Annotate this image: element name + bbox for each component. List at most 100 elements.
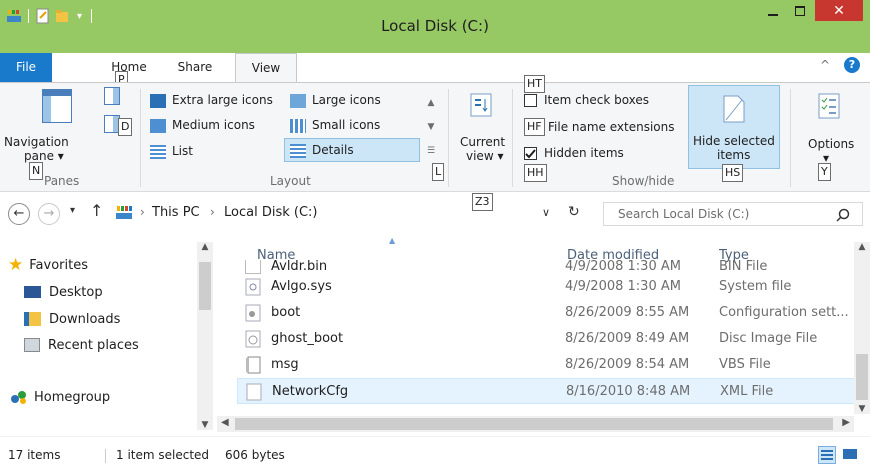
- up-button[interactable]: ↑: [90, 201, 103, 220]
- file-date: 8/26/2009 8:55 AM: [565, 305, 690, 320]
- nav-item-favorites[interactable]: ★ Favorites: [8, 254, 88, 276]
- hide-selected-items-button[interactable]: Hide selected items: [688, 85, 780, 169]
- hidden-items-option[interactable]: Hidden items: [524, 144, 684, 164]
- new-folder-icon[interactable]: [55, 8, 71, 24]
- recent-locations-button[interactable]: ▾: [70, 205, 75, 216]
- keytip-n: N: [29, 162, 44, 180]
- nav-scrollbar[interactable]: ▲ ▼: [197, 242, 213, 430]
- table-row[interactable]: msg 8/26/2009 8:54 AM VBS File: [237, 352, 857, 378]
- help-icon[interactable]: ?: [844, 57, 860, 73]
- back-button[interactable]: ←: [8, 203, 30, 225]
- forward-button[interactable]: →: [38, 203, 60, 225]
- small-icons-icon: [290, 118, 306, 133]
- scroll-right-icon: ▶: [842, 417, 850, 428]
- search-box[interactable]: Search Local Disk (C:): [603, 202, 863, 226]
- table-row-selected[interactable]: NetworkCfg 8/16/2010 8:48 AM XML File: [237, 378, 857, 404]
- breadcrumb-this-pc[interactable]: This PC: [152, 205, 200, 220]
- nav-item-downloads[interactable]: Downloads: [24, 308, 120, 330]
- preview-pane-button[interactable]: [104, 87, 122, 107]
- table-row[interactable]: boot 8/26/2009 8:55 AM Configuration set…: [237, 300, 857, 326]
- file-list-horizontal-scrollbar[interactable]: ◀ ▶: [217, 416, 854, 432]
- address-bar[interactable]: › This PC › Local Disk (C:) ∨ Z3: [112, 193, 608, 226]
- file-type: VBS File: [719, 357, 771, 372]
- tab-share[interactable]: Share: [170, 53, 220, 82]
- group-separator: [448, 89, 449, 187]
- file-icon: [245, 260, 261, 274]
- gallery-up-icon: ▲: [427, 98, 435, 108]
- tab-home[interactable]: Home: [104, 53, 154, 82]
- checkmark-icon: [525, 149, 536, 159]
- layout-small-icons[interactable]: Small icons: [290, 118, 380, 133]
- group-panes-label: Panes: [44, 174, 80, 188]
- navigation-pane-label: Navigation: [4, 135, 69, 149]
- item-check-boxes-option[interactable]: Item check boxes: [524, 91, 684, 111]
- layout-gallery-scroll[interactable]: ▲ ▼ ☰: [425, 91, 437, 163]
- keytip-l: L: [432, 163, 445, 181]
- scroll-thumb[interactable]: [235, 418, 833, 430]
- maximize-button[interactable]: [787, 0, 813, 21]
- search-icon: [836, 208, 850, 222]
- item-check-boxes-label: Item check boxes: [544, 93, 650, 107]
- status-item-count: 17 items: [8, 448, 61, 462]
- large-icons-view-button[interactable]: [842, 446, 860, 464]
- hidden-items-checkbox: [524, 147, 537, 160]
- table-row[interactable]: Avldr.bin 4/9/2008 1:30 AM BIN File: [237, 260, 857, 274]
- tab-view[interactable]: View: [235, 53, 297, 82]
- nav-item-recent-places[interactable]: Recent places: [24, 334, 139, 356]
- group-layout-label: Layout: [270, 174, 311, 188]
- nav-item-desktop[interactable]: Desktop: [24, 281, 103, 303]
- minimize-ribbon-button[interactable]: ^: [820, 58, 830, 72]
- current-view-button[interactable]: Current view ▾: [456, 87, 508, 169]
- properties-icon[interactable]: [35, 8, 51, 24]
- refresh-button[interactable]: ↻: [568, 204, 580, 220]
- file-name: Avldr.bin: [271, 260, 328, 274]
- options-button[interactable]: Options ▾: [798, 87, 858, 169]
- customize-qat-icon[interactable]: ▾: [77, 11, 87, 22]
- breadcrumb-local-disk[interactable]: Local Disk (C:): [224, 205, 317, 220]
- file-date: 4/9/2008 1:30 AM: [565, 279, 681, 294]
- layout-large-icons[interactable]: Large icons: [290, 93, 381, 108]
- scroll-thumb[interactable]: [856, 354, 868, 400]
- layout-extra-large-icons[interactable]: Extra large icons: [150, 93, 273, 108]
- breadcrumb-separator[interactable]: ›: [140, 205, 145, 219]
- extra-large-icons-icon: [150, 93, 166, 108]
- ribbon-view: Navigation pane ▾ D N Panes Extra large …: [0, 75, 870, 192]
- scroll-up-icon: ▲: [858, 242, 866, 252]
- table-row[interactable]: ghost_boot 8/26/2009 8:49 AM Disc Image …: [237, 326, 857, 352]
- details-view-button[interactable]: [818, 446, 836, 464]
- medium-icons-icon: [150, 118, 166, 133]
- close-button[interactable]: ✕: [815, 0, 863, 21]
- gallery-down-icon: ▼: [427, 122, 435, 132]
- group-show-hide-label: Show/hide: [612, 174, 675, 188]
- hide-selected-label: Hide selected: [693, 134, 775, 148]
- minimize-button[interactable]: [760, 0, 786, 21]
- layout-details[interactable]: Details: [284, 138, 420, 162]
- extra-large-icons-label: Extra large icons: [172, 93, 273, 107]
- file-list-vertical-scrollbar[interactable]: ▲ ▼: [854, 242, 870, 414]
- breadcrumb-separator[interactable]: ›: [210, 205, 215, 219]
- navigation-pane-label-2: pane ▾: [24, 149, 64, 163]
- search-input[interactable]: Search Local Disk (C:): [618, 207, 749, 221]
- file-type: Disc Image File: [719, 331, 818, 346]
- hidden-items-label: Hidden items: [544, 146, 624, 160]
- navigation-pane-button[interactable]: Navigation pane ▾: [4, 87, 104, 167]
- drive-app-icon[interactable]: [6, 8, 22, 24]
- scroll-thumb[interactable]: [199, 262, 211, 310]
- address-dropdown-icon[interactable]: ∨: [542, 206, 550, 219]
- status-size: 606 bytes: [225, 448, 285, 462]
- layout-medium-icons[interactable]: Medium icons: [150, 118, 255, 133]
- layout-list[interactable]: List: [150, 144, 193, 159]
- address-row: ← → ▾ ↑ › This PC › Local Disk (C:) ∨ Z3…: [0, 193, 870, 236]
- item-check-boxes-checkbox: [524, 94, 537, 107]
- nav-item-homegroup[interactable]: Homegroup: [10, 386, 110, 408]
- table-row[interactable]: Avlgo.sys 4/9/2008 1:30 AM System file: [237, 274, 857, 300]
- list-icon: [150, 144, 166, 159]
- window-title: Local Disk (C:): [381, 17, 489, 35]
- keytip-hs: HS: [722, 164, 744, 182]
- quick-access-toolbar: ▾: [6, 6, 96, 26]
- nav-favorites-label: Favorites: [29, 257, 88, 273]
- navigation-pane-icon: [42, 89, 72, 123]
- tab-file[interactable]: File: [0, 53, 52, 82]
- group-separator: [512, 89, 513, 187]
- file-name-extensions-option[interactable]: HF File name extensions: [524, 118, 684, 138]
